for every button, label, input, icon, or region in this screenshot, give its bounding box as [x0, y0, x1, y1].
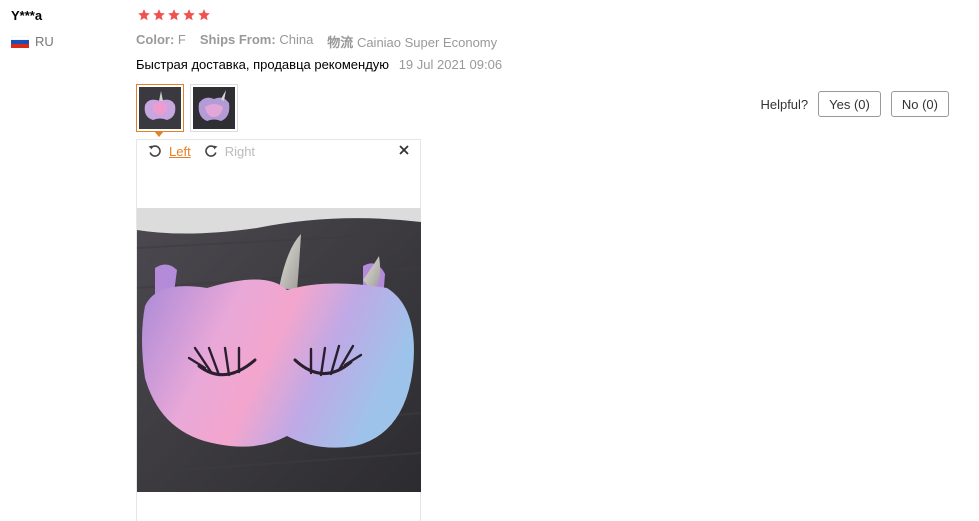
unicorn-sleep-mask-photo	[137, 208, 421, 492]
review-text: Быстрая доставка, продавца рекомендую 19…	[136, 57, 502, 72]
helpful-label: Helpful?	[760, 96, 809, 112]
review-date: 19 Jul 2021 09:06	[398, 57, 503, 72]
attribute-color: Color: F	[136, 32, 186, 47]
thumbnail-pointer	[154, 131, 164, 137]
rotate-right-button[interactable]: Right	[225, 144, 255, 159]
star-icon	[183, 9, 195, 21]
star-icon	[168, 9, 180, 21]
rotate-right-icon[interactable]	[203, 143, 219, 159]
review-thumbnails	[136, 84, 238, 132]
review-body: Быстрая доставка, продавца рекомендую	[136, 57, 390, 72]
helpful-vote: Helpful? Yes (0) No (0)	[760, 91, 949, 117]
star-rating	[137, 8, 211, 22]
star-icon	[153, 9, 165, 21]
flag-russia-icon	[11, 35, 29, 48]
review-photo-2	[193, 87, 235, 129]
country-code: RU	[35, 34, 54, 49]
rotate-left-icon[interactable]	[147, 143, 163, 159]
review-thumbnail-1[interactable]	[136, 84, 184, 132]
review-thumbnail-2[interactable]	[190, 84, 238, 132]
rotate-controls: Left Right	[147, 143, 255, 159]
helpful-no-button[interactable]: No (0)	[890, 91, 949, 117]
rotate-left-button[interactable]: Left	[169, 144, 191, 159]
review-photo-large	[137, 208, 421, 492]
review-photo-1	[139, 87, 181, 129]
star-icon	[138, 9, 150, 21]
reviewer-name: Y***a	[11, 8, 43, 23]
product-attributes: Color: F Ships From: China 物流 Cainiao Su…	[136, 32, 497, 51]
close-icon[interactable]	[398, 144, 410, 156]
helpful-yes-button[interactable]: Yes (0)	[818, 91, 881, 117]
star-icon	[198, 9, 210, 21]
attribute-ships-from: Ships From: China	[199, 32, 314, 47]
attribute-logistics: 物流 Cainiao Super Economy	[327, 35, 498, 50]
review-item: Y***a RU Color: F Ships From: China 物流 C…	[0, 0, 979, 521]
reviewer-country: RU	[11, 34, 54, 49]
image-viewer: Left Right	[136, 139, 421, 521]
